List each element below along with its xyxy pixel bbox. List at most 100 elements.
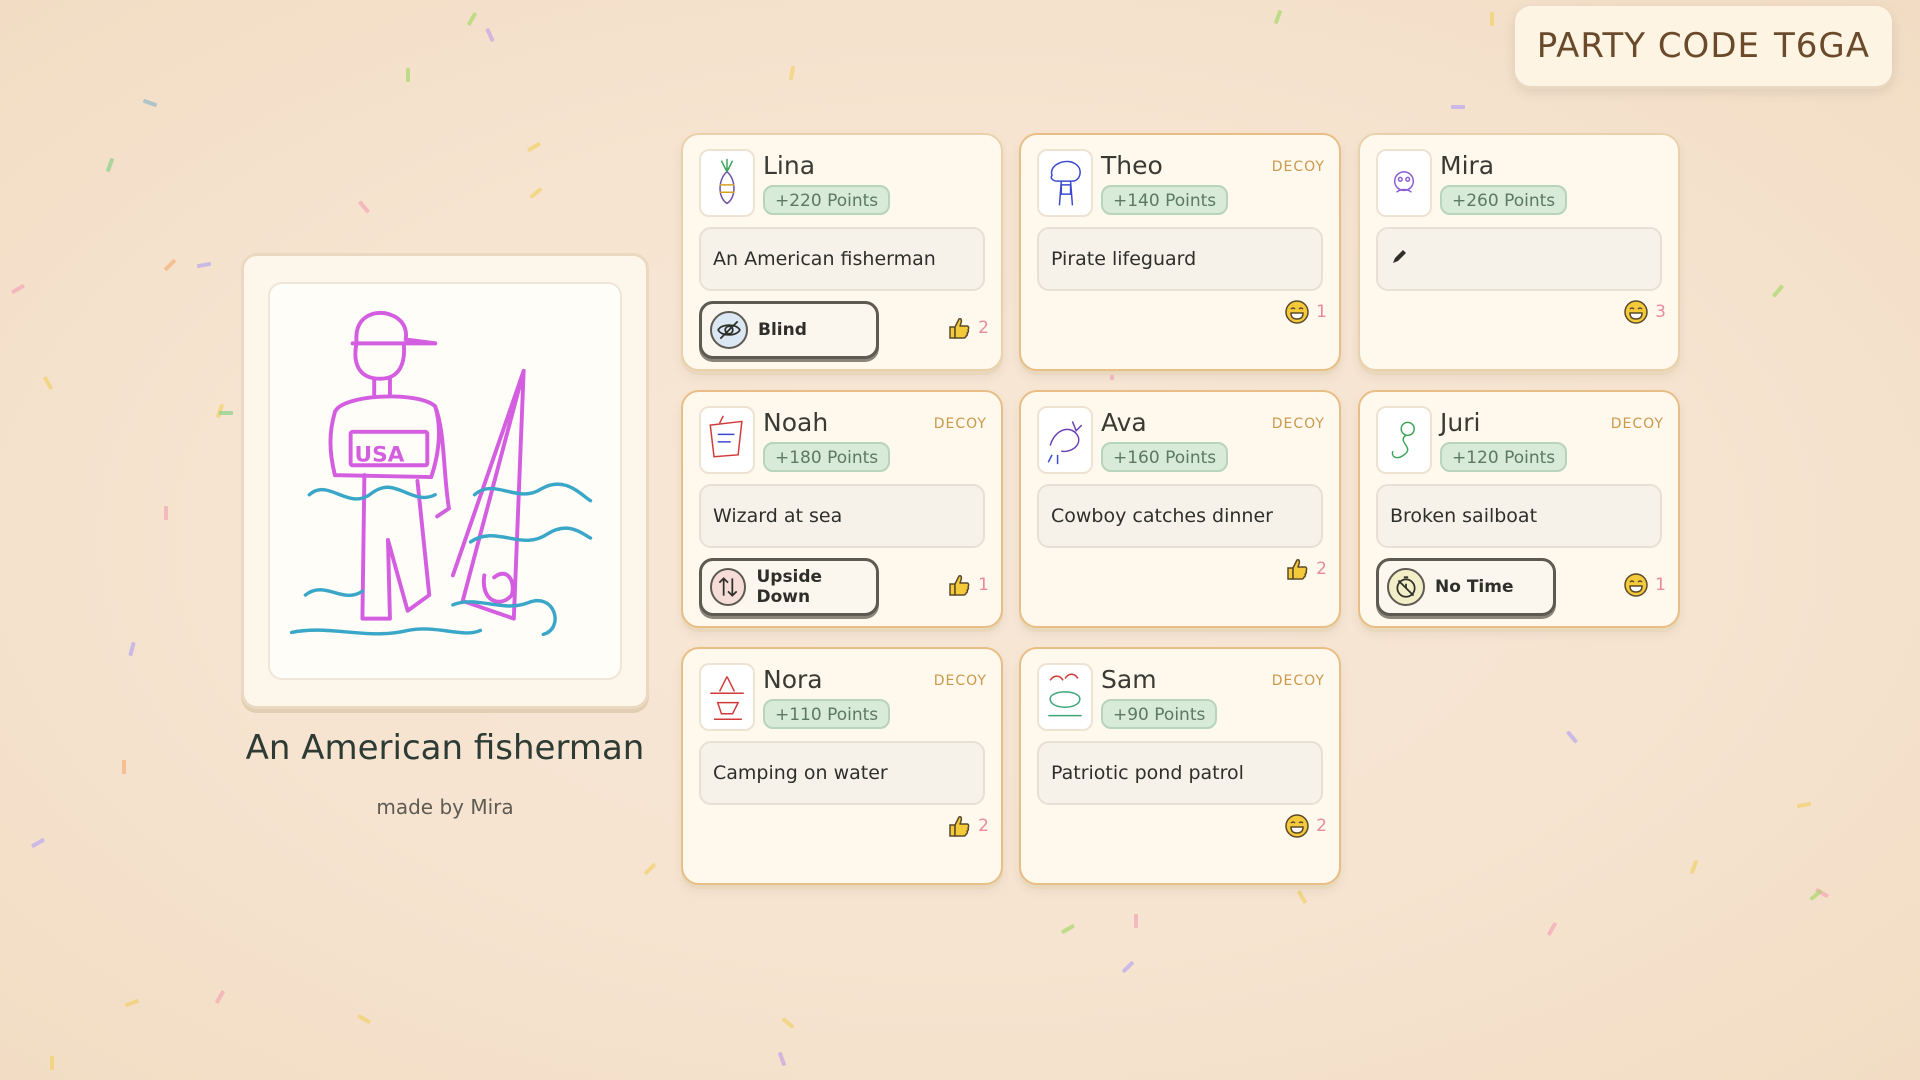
modifier-button[interactable]: Blind [699, 301, 879, 359]
modifier-label: Blind [758, 320, 807, 340]
confetti-piece [142, 98, 158, 108]
thumbs-up-icon [1284, 556, 1310, 582]
pencil-icon [1390, 230, 1410, 290]
reaction[interactable]: 2 [1284, 813, 1327, 839]
reaction-count: 1 [1316, 302, 1327, 322]
party-code-label: PARTY CODE [1536, 26, 1760, 66]
decoy-tag: DECOY [1610, 416, 1664, 432]
reaction-count: 3 [1655, 302, 1666, 322]
fisherman-drawing: USA [289, 310, 593, 637]
answer-card-ava[interactable]: Ava +160 Points DECOY Cowboy catches dinner… [1019, 390, 1341, 628]
points-badge: +180 Points [763, 442, 891, 472]
points-badge: +120 Points [1440, 442, 1568, 472]
confetti-piece [1134, 914, 1138, 928]
confetti-piece [485, 27, 495, 43]
laugh-emoji-icon [1623, 299, 1649, 325]
confetti-piece [777, 1051, 787, 1067]
reaction[interactable]: 2 [946, 813, 989, 839]
reaction[interactable]: 2 [1284, 556, 1327, 582]
reaction[interactable]: 3 [1623, 299, 1666, 325]
player-name: Nora [763, 665, 823, 694]
modifier-label: No Time [1435, 577, 1514, 597]
player-name: Ava [1101, 408, 1147, 437]
player-name: Theo [1101, 151, 1163, 180]
confetti-piece [50, 1056, 54, 1070]
answer-text: Pirate lifeguard [1037, 227, 1323, 291]
laugh-emoji-icon [1284, 813, 1310, 839]
confetti-piece [42, 375, 54, 391]
avatar [699, 406, 755, 474]
confetti-piece [1451, 105, 1465, 109]
confetti-piece [214, 989, 226, 1005]
confetti-piece [357, 200, 371, 214]
decoy-tag: DECOY [933, 673, 987, 689]
no-timer-icon [1387, 568, 1425, 606]
avatar [1037, 149, 1093, 217]
confetti-piece [1689, 859, 1699, 875]
confetti-piece [1296, 889, 1308, 905]
player-name: Sam [1101, 665, 1157, 694]
confetti-piece [128, 641, 136, 657]
confetti-piece [1546, 921, 1558, 937]
reaction[interactable]: 1 [1623, 572, 1666, 598]
answer-card-lina[interactable]: Lina +220 Points An American fisherman Blin… [681, 133, 1003, 371]
decoy-tag: DECOY [933, 416, 987, 432]
confetti-piece [122, 760, 126, 774]
confetti-piece [643, 862, 657, 876]
answer-text [1376, 227, 1662, 291]
answer-card-sam[interactable]: Sam +90 Points DECOY Patriotic pond patrol 2 [1019, 647, 1341, 885]
reaction-count: 2 [978, 318, 989, 338]
reaction[interactable]: 1 [946, 572, 989, 598]
party-code-badge[interactable]: PARTY CODE T6GA [1514, 6, 1892, 86]
avatar [1037, 406, 1093, 474]
answer-text: Broken sailboat [1376, 484, 1662, 548]
answer-text: An American fisherman [699, 227, 985, 291]
reaction-count: 1 [978, 575, 989, 595]
confetti-piece [196, 261, 212, 269]
confetti-piece [1121, 960, 1135, 974]
drawing-frame: USA [241, 253, 649, 709]
confetti-piece [1490, 12, 1494, 26]
thumbs-up-icon [946, 813, 972, 839]
confetti-piece [1771, 284, 1785, 298]
arrows-up-down-icon [710, 568, 747, 606]
points-badge: +90 Points [1101, 699, 1218, 729]
drawing-author: made by Mira [376, 795, 514, 819]
thumbs-up-icon [946, 315, 972, 341]
avatar [699, 663, 755, 731]
confetti-piece [526, 141, 542, 153]
answer-card-theo[interactable]: Theo +140 Points DECOY Pirate lifeguard 1 [1019, 133, 1341, 371]
answer-card-juri[interactable]: Juri +120 Points DECOY Broken sailboat No Ti… [1358, 390, 1680, 628]
player-name: Lina [763, 151, 816, 180]
points-badge: +140 Points [1101, 185, 1229, 215]
answer-card-nora[interactable]: Nora +110 Points DECOY Camping on water 2 [681, 647, 1003, 885]
reaction-count: 2 [978, 816, 989, 836]
answer-text: Camping on water [699, 741, 985, 805]
reaction[interactable]: 1 [1284, 299, 1327, 325]
confetti-piece [10, 283, 26, 295]
drawing-canvas: USA [268, 282, 622, 680]
answer-text: Wizard at sea [699, 484, 985, 548]
answer-card-noah[interactable]: Noah +180 Points DECOY Wizard at sea Upside … [681, 390, 1003, 628]
modifier-label: Upside Down [756, 567, 823, 607]
answer-card-mira[interactable]: Mira +260 Points 3 [1358, 133, 1680, 371]
confetti-piece [1565, 730, 1579, 744]
laugh-emoji-icon [1284, 299, 1310, 325]
player-name: Mira [1440, 151, 1495, 180]
laugh-emoji-icon [1623, 572, 1649, 598]
player-name: Noah [763, 408, 829, 437]
confetti-piece [466, 11, 478, 27]
confetti-piece [781, 1016, 795, 1030]
reaction[interactable]: 2 [946, 315, 989, 341]
confetti-piece [30, 837, 46, 849]
player-name: Juri [1440, 408, 1481, 437]
modifier-button[interactable]: Upside Down [699, 558, 879, 616]
confetti-piece [163, 258, 177, 272]
modifier-button[interactable]: No Time [1376, 558, 1556, 616]
decoy-tag: DECOY [1271, 159, 1325, 175]
points-badge: +160 Points [1101, 442, 1229, 472]
avatar [1376, 149, 1432, 217]
thumbs-up-icon [946, 572, 972, 598]
avatar [1037, 663, 1093, 731]
drawing-title: An American fisherman [245, 728, 645, 768]
